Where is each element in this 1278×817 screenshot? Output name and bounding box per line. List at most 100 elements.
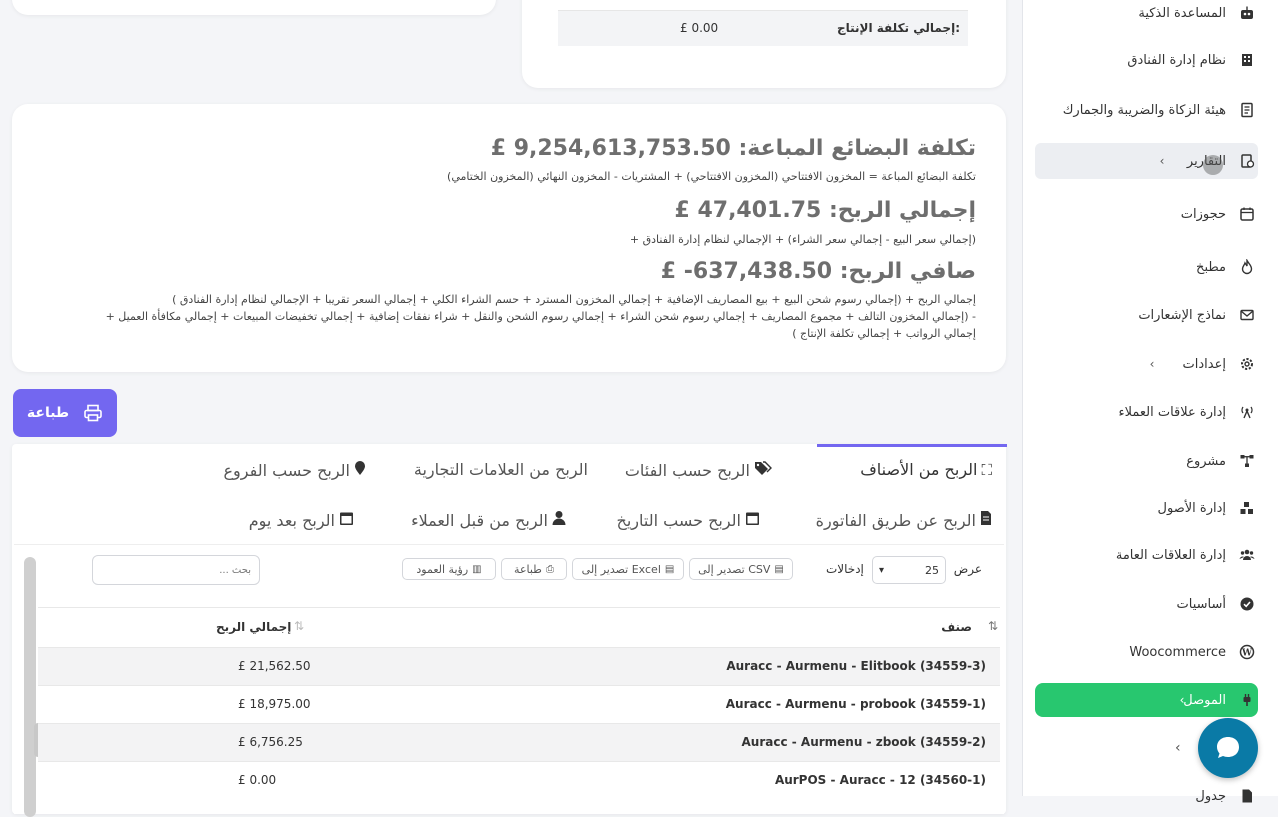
sidebar: المساعدة الذكية نظام إدارة الفنادق هيئة … [1022, 0, 1278, 804]
entries-label: إدخالات [826, 562, 864, 576]
columns-icon: ▥ [472, 563, 482, 575]
gear-icon [1236, 353, 1258, 375]
file-excel-icon: ▤ [664, 563, 675, 575]
sidebar-item-zakat[interactable]: هيئة الزكاة والضريبة والجمارك [1035, 92, 1258, 128]
column-visibility-button[interactable]: رؤية العمود ▥ [402, 558, 496, 580]
sidebar-item-hotel[interactable]: نظام إدارة الفنادق [1035, 42, 1258, 78]
sidebar-item-label: Woocommerce [1129, 644, 1226, 660]
production-cost-label: إجمالي تكلفة الإنتاج: [836, 21, 960, 35]
sort-icon[interactable]: ⇅ [294, 619, 304, 633]
tags-icon [754, 460, 772, 480]
sitemap-icon [1236, 450, 1258, 472]
calendar-icon [745, 510, 760, 530]
search-input[interactable] [92, 555, 260, 585]
tab-label: الربح من العلامات التجارية [413, 460, 588, 479]
gross-profit-heading: إجمالي الربح: £ 47,401.75 [674, 198, 976, 223]
sidebar-item-settings[interactable]: ‹ إعدادات [1035, 346, 1258, 382]
sidebar-item-label: إدارة الأصول [1157, 500, 1226, 516]
production-cost-value: £ 0.00 [680, 21, 719, 35]
cogs-heading: تكلفة البضائع المباعة: £ 9,254,613,753.5… [491, 136, 976, 161]
sidebar-item-project[interactable]: مشروع [1035, 443, 1258, 479]
column-header-item[interactable]: صنف [941, 620, 972, 634]
export-csv-button[interactable]: تصدير إلى CSV ▤ [689, 558, 793, 580]
export-csv-label: تصدير إلى CSV [698, 562, 771, 576]
chat-button[interactable] [1198, 718, 1258, 778]
row-total-profit: £ 0.00 [238, 773, 277, 787]
net-profit-heading: صافي الربح: £ -637,438.50 [661, 259, 976, 284]
gross-profit-title: إجمالي الربح: [829, 198, 976, 223]
table-print-button[interactable]: طباعة ⎙ [501, 558, 567, 580]
sidebar-item-label: حجوزات [1180, 206, 1226, 222]
sidebar-item-woocommerce[interactable]: Woocommerce W [1035, 634, 1258, 670]
sidebar-item-reports[interactable]: ‹ التقارير [1035, 143, 1258, 179]
net-profit-value: £ -637,438.50 [660, 259, 833, 284]
row-total-profit: £ 21,562.50 [238, 659, 311, 673]
sidebar-item-table[interactable]: جدول [1035, 778, 1258, 814]
tab-profit-by-categories[interactable]: الربح حسب الفئات [625, 460, 772, 480]
envelope-icon [1236, 304, 1258, 326]
calendar-icon [339, 510, 354, 530]
sidebar-item-notification-templates[interactable]: نماذج الإشعارات [1035, 297, 1258, 333]
sidebar-item-label: نظام إدارة الفنادق [1127, 52, 1226, 68]
file-icon [1236, 785, 1258, 807]
entries-select-value: 25 [925, 563, 939, 577]
tab-profit-by-items[interactable]: الربح من الأصناف ⛶ [860, 460, 992, 479]
boxes-icon [1236, 497, 1258, 519]
receipt-icon [1236, 99, 1258, 121]
profit-tabs-card: الربح من الأصناف ⛶ الربح حسب الفئات الرب… [12, 444, 1007, 817]
sort-icon[interactable]: ⇅ [988, 619, 998, 633]
sidebar-item-ai-assistant[interactable]: المساعدة الذكية [1035, 0, 1258, 31]
column-header-total-profit[interactable]: إجمالي الربح [216, 620, 291, 634]
sidebar-item-label: إدارة العلاقات العامة [1115, 547, 1226, 563]
cubes-icon: ⛶ [981, 460, 992, 479]
export-excel-button[interactable]: تصدير إلى Excel ▤ [572, 558, 684, 580]
sidebar-item-basics[interactable]: أساسيات [1035, 586, 1258, 622]
file-csv-icon: ▤ [774, 563, 784, 575]
sidebar-item-assets[interactable]: إدارة الأصول [1035, 490, 1258, 526]
vertical-scrollbar[interactable] [24, 557, 36, 817]
tab-profit-by-invoice[interactable]: الربح عن طريق الفاتورة [816, 510, 992, 530]
user-icon [552, 510, 566, 530]
cogs-value: £ 9,254,613,753.50 [490, 136, 731, 161]
print-button-label: طباعة [26, 405, 70, 421]
print-button[interactable]: طباعة [13, 389, 117, 437]
broadcast-icon [1236, 401, 1258, 423]
table-header: صنف ⇅ إجمالي الربح ⇅ [38, 607, 1000, 647]
row-item-name: AurPOS - Auracc - 12 (34560-1) [774, 773, 986, 787]
table-row: Auracc - Aurmenu - Elitbook (34559-3) £ … [38, 647, 1000, 685]
hotel-icon [1236, 49, 1258, 71]
sidebar-item-connector[interactable]: ‹ الموصل [1035, 683, 1258, 717]
calendar-icon [1236, 203, 1258, 225]
tab-profit-by-branches[interactable]: الربح حسب الفروع [224, 460, 367, 480]
table-row: AurPOS - Auracc - 12 (34560-1) £ 0.00 [38, 761, 1000, 799]
tab-profit-by-day[interactable]: الربح بعد يوم [249, 510, 354, 530]
row-item-name: Auracc - Aurmenu - probook (34559-1) [725, 697, 986, 711]
sidebar-item-kitchen[interactable]: مطبخ [1035, 249, 1258, 285]
sidebar-item-pr[interactable]: إدارة العلاقات العامة [1035, 537, 1258, 573]
column-visibility-label: رؤية العمود [416, 562, 469, 576]
tab-profit-by-customers[interactable]: الربح من قبل العملاء [411, 510, 566, 530]
svg-text:W: W [1241, 649, 1253, 659]
tab-profit-by-brands[interactable]: الربح من العلامات التجارية [414, 460, 588, 479]
table-print-label: طباعة [514, 562, 542, 576]
top-right-card: إجمالي تكلفة الإنتاج: £ 0.00 [522, 0, 1006, 88]
plug-icon [1236, 689, 1258, 711]
chevron-left-icon[interactable]: ‹ [1175, 740, 1181, 756]
cogs-formula: تكلفة البضائع المباعة = المخزون الافتتاح… [447, 170, 976, 183]
entries-select[interactable]: ▾ 25 [872, 556, 946, 584]
table-panel: عرض ▾ 25 إدخالات تصدير إلى CSV ▤ تصدير إ… [14, 544, 1004, 817]
tab-label: الربح حسب التاريخ [616, 510, 741, 530]
top-left-card [12, 0, 496, 15]
tab-profit-by-date[interactable]: الربح حسب التاريخ [616, 510, 760, 530]
tab-label: الربح عن طريق الفاتورة [815, 510, 976, 530]
sidebar-item-label: المساعدة الذكية [1138, 5, 1226, 21]
sidebar-item-crm[interactable]: إدارة علاقات العملاء [1035, 394, 1258, 430]
cursor-dot [1203, 155, 1223, 175]
users-icon [1236, 544, 1258, 566]
chat-bubble-icon [1217, 737, 1239, 758]
row-item-name: Auracc - Aurmenu - zbook (34559-2) [741, 735, 987, 749]
tab-label: الربح من الأصناف [860, 460, 978, 479]
wordpress-icon: W [1236, 641, 1258, 663]
sidebar-item-label: مشروع [1186, 453, 1226, 469]
sidebar-item-bookings[interactable]: حجوزات [1035, 196, 1258, 232]
